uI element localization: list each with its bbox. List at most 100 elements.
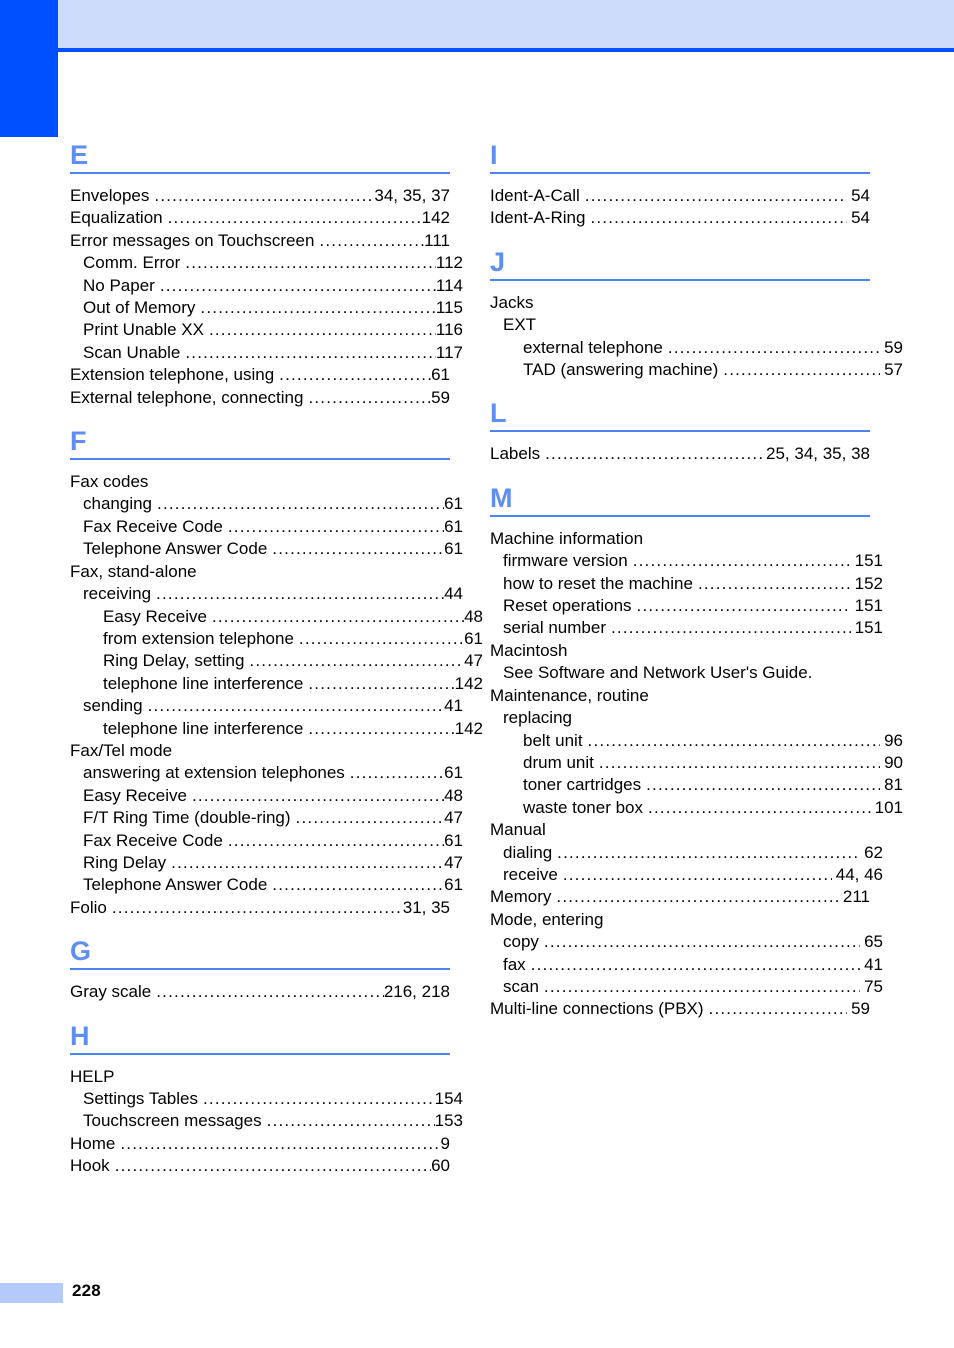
index-entry[interactable]: Labels 25, 34, 35, 38 xyxy=(490,443,870,465)
section-divider xyxy=(70,172,450,174)
section-letter: I xyxy=(490,140,498,170)
index-entry[interactable]: Fax, stand-alone xyxy=(70,561,450,583)
dot-leader xyxy=(168,207,422,229)
dot-leader xyxy=(156,583,444,605)
index-entry[interactable]: Maintenance, routine xyxy=(490,685,870,707)
index-entry-page-numbers: 211 xyxy=(842,887,870,907)
index-entry[interactable]: Equalization 142 xyxy=(70,207,450,229)
index-entry[interactable]: EXT xyxy=(490,314,883,336)
index-entry[interactable]: Hook 60 xyxy=(70,1155,450,1177)
index-entry[interactable]: Ring Delay 47 xyxy=(70,852,463,874)
index-entry[interactable]: Print Unable XX 116 xyxy=(70,319,463,341)
index-entry[interactable]: Jacks xyxy=(490,292,870,314)
index-entry-page-numbers: 59 xyxy=(851,999,870,1019)
index-entry[interactable]: Fax Receive Code 61 xyxy=(70,516,463,538)
dot-leader xyxy=(299,628,464,650)
index-entry[interactable]: No Paper 114 xyxy=(70,275,463,297)
index-entry[interactable]: from extension telephone 61 xyxy=(70,628,483,650)
index-entry[interactable]: copy 65 xyxy=(490,931,883,953)
index-entry[interactable]: Gray scale 216, 218 xyxy=(70,981,450,1003)
index-entry[interactable]: See Software and Network User's Guide. xyxy=(490,662,883,684)
index-entry[interactable]: changing 61 xyxy=(70,493,463,515)
index-entry-page-numbers: 101 xyxy=(874,797,903,817)
dot-leader xyxy=(212,606,464,628)
index-entry[interactable]: Out of Memory 115 xyxy=(70,297,463,319)
index-entry[interactable]: Manual xyxy=(490,819,870,841)
index-entry[interactable]: belt unit 96 xyxy=(490,730,903,752)
index-entry[interactable]: fax 41 xyxy=(490,954,883,976)
index-entry-page-numbers: 111 xyxy=(424,230,450,250)
index-entry[interactable]: sending 41 xyxy=(70,695,463,717)
dot-leader xyxy=(646,774,880,796)
dot-leader xyxy=(112,897,403,919)
index-entry[interactable]: Easy Receive 48 xyxy=(70,606,483,628)
index-entry[interactable]: External telephone, connecting 59 xyxy=(70,387,450,409)
index-entry[interactable]: Memory 211 xyxy=(490,886,870,908)
header-blue-rule xyxy=(58,48,954,52)
index-entry[interactable]: receiving 44 xyxy=(70,583,463,605)
index-entry[interactable]: Fax Receive Code 61 xyxy=(70,830,463,852)
index-entry[interactable]: Error messages on Touchscreen 111 xyxy=(70,230,450,252)
dot-leader xyxy=(544,976,860,998)
index-entry[interactable]: TAD (answering machine) 57 xyxy=(490,359,903,381)
index-entry[interactable]: Reset operations 151 xyxy=(490,595,883,617)
index-entry[interactable]: Folio 31, 35 xyxy=(70,897,450,919)
index-entry-label: F/T Ring Time (double-ring) xyxy=(83,808,291,828)
index-entry[interactable]: Fax/Tel mode xyxy=(70,740,450,762)
index-entry-label: Settings Tables xyxy=(83,1089,198,1108)
index-entry[interactable]: HELP xyxy=(70,1066,450,1088)
page-number: 228 xyxy=(72,1281,101,1300)
index-entry-label: Out of Memory xyxy=(83,298,196,318)
section-letter: F xyxy=(70,426,87,457)
index-entry[interactable]: Multi-line connections (PBX) 59 xyxy=(490,998,870,1020)
index-entry-label: EXT xyxy=(503,315,537,335)
index-entry[interactable]: Ring Delay, setting 47 xyxy=(70,650,483,672)
index-entry[interactable]: replacing xyxy=(490,707,883,729)
section-divider xyxy=(490,514,870,517)
index-entry[interactable]: Mode, entering xyxy=(490,909,870,931)
index-entry[interactable]: Envelopes 34, 35, 37 xyxy=(70,185,450,207)
index-column-left: EEnvelopes34, 35, 37Equalization142Error… xyxy=(70,140,483,1178)
index-entry[interactable]: dialing 62 xyxy=(490,842,883,864)
index-entry-page-numbers: 75 xyxy=(864,976,883,996)
index-entry[interactable]: telephone line interference 142 xyxy=(70,673,483,695)
section-divider xyxy=(70,1052,450,1055)
index-section-m: MMachine informationfirmware version151h… xyxy=(490,483,903,1021)
index-entry[interactable]: Telephone Answer Code 61 xyxy=(70,538,463,560)
index-entry[interactable]: Settings Tables 154 xyxy=(70,1088,463,1110)
index-entry[interactable]: Home 9 xyxy=(70,1133,450,1155)
dot-leader xyxy=(723,359,880,381)
index-entry[interactable]: Easy Receive 48 xyxy=(70,785,463,807)
index-entry-list: Fax codeschanging61Fax Receive Code61Tel… xyxy=(70,471,483,919)
index-entry[interactable]: Ident-A-Call 54 xyxy=(490,185,870,207)
index-entry[interactable]: external telephone 59 xyxy=(490,337,903,359)
section-divider xyxy=(70,458,450,461)
index-entry[interactable]: waste toner box 101 xyxy=(490,797,903,819)
index-entry[interactable]: scan 75 xyxy=(490,976,883,998)
index-entry[interactable]: Machine information xyxy=(490,528,870,550)
index-entry[interactable]: Touchscreen messages 153 xyxy=(70,1110,463,1132)
index-entry[interactable]: toner cartridges 81 xyxy=(490,774,903,796)
index-entry-label: waste toner box xyxy=(523,797,644,817)
index-entry-label: No Paper xyxy=(83,275,155,295)
section-letter: H xyxy=(70,1020,90,1051)
index-entry[interactable]: Fax codes xyxy=(70,471,450,493)
index-entry[interactable]: F/T Ring Time (double-ring) 47 xyxy=(70,807,463,829)
index-entry[interactable]: telephone line interference 142 xyxy=(70,718,483,740)
index-entry-label: Mode, entering xyxy=(490,909,604,929)
index-entry-page-numbers: 54 xyxy=(851,186,870,205)
index-entry[interactable]: drum unit 90 xyxy=(490,752,903,774)
index-entry[interactable]: how to reset the machine 152 xyxy=(490,573,883,595)
index-entry[interactable]: Comm. Error 112 xyxy=(70,252,463,274)
index-entry[interactable]: Extension telephone, using 61 xyxy=(70,364,450,386)
index-entry[interactable]: Ident-A-Ring 54 xyxy=(490,207,870,229)
index-entry[interactable]: firmware version 151 xyxy=(490,550,883,572)
index-entry[interactable]: receive 44, 46 xyxy=(490,864,883,886)
index-entry[interactable]: answering at extension telephones 61 xyxy=(70,762,463,784)
index-entry[interactable]: Telephone Answer Code 61 xyxy=(70,874,463,896)
index-entry[interactable]: serial number 151 xyxy=(490,617,883,639)
dot-leader xyxy=(185,252,436,274)
index-entry[interactable]: Scan Unable 117 xyxy=(70,342,463,364)
index-entry-label: replacing xyxy=(503,708,572,728)
index-entry[interactable]: Macintosh xyxy=(490,640,870,662)
